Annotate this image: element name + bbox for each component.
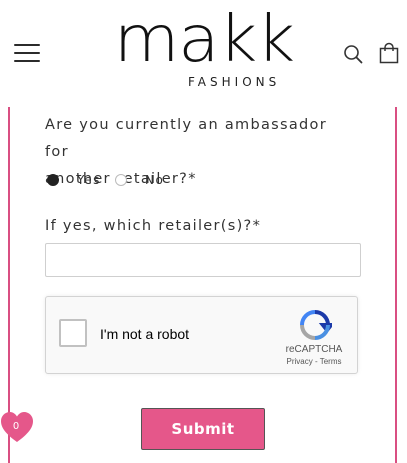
radio-no-label: No <box>145 173 165 187</box>
recaptcha-logo-icon <box>300 310 332 340</box>
retailer-question: If yes, which retailer(s)?* <box>45 218 262 234</box>
menu-icon[interactable] <box>14 42 42 64</box>
recaptcha-brand: reCAPTCHA <box>285 344 343 355</box>
recaptcha-terms-link[interactable]: Terms <box>320 357 342 366</box>
submit-button[interactable]: Submit <box>141 408 265 450</box>
wishlist-count: 0 <box>12 421 20 432</box>
logo-sub-text: FASHIONS <box>188 75 281 89</box>
site-logo[interactable]: makk FASHIONS <box>114 5 295 97</box>
wishlist-button[interactable]: 0 <box>0 411 34 445</box>
radio-yes-selected[interactable] <box>47 174 59 186</box>
radio-no-unselected[interactable] <box>115 174 127 186</box>
recaptcha-privacy-link[interactable]: Privacy <box>287 357 313 366</box>
search-icon[interactable] <box>343 44 363 64</box>
shopping-bag-icon[interactable] <box>378 42 400 64</box>
recaptcha-widget: I'm not a robot reCAPTCHA Privacy - Term… <box>45 296 358 374</box>
recaptcha-links: Privacy - Terms <box>286 357 342 366</box>
site-header: makk FASHIONS <box>0 0 407 107</box>
recaptcha-checkbox[interactable] <box>59 319 87 347</box>
retailer-input[interactable] <box>45 243 361 277</box>
logo-main-text: makk <box>113 3 295 77</box>
radio-yes-label: Yes <box>77 173 101 187</box>
radio-option-yes[interactable]: Yes <box>47 170 101 190</box>
recaptcha-label: I'm not a robot <box>100 326 190 342</box>
radio-option-no[interactable]: No <box>115 170 164 190</box>
